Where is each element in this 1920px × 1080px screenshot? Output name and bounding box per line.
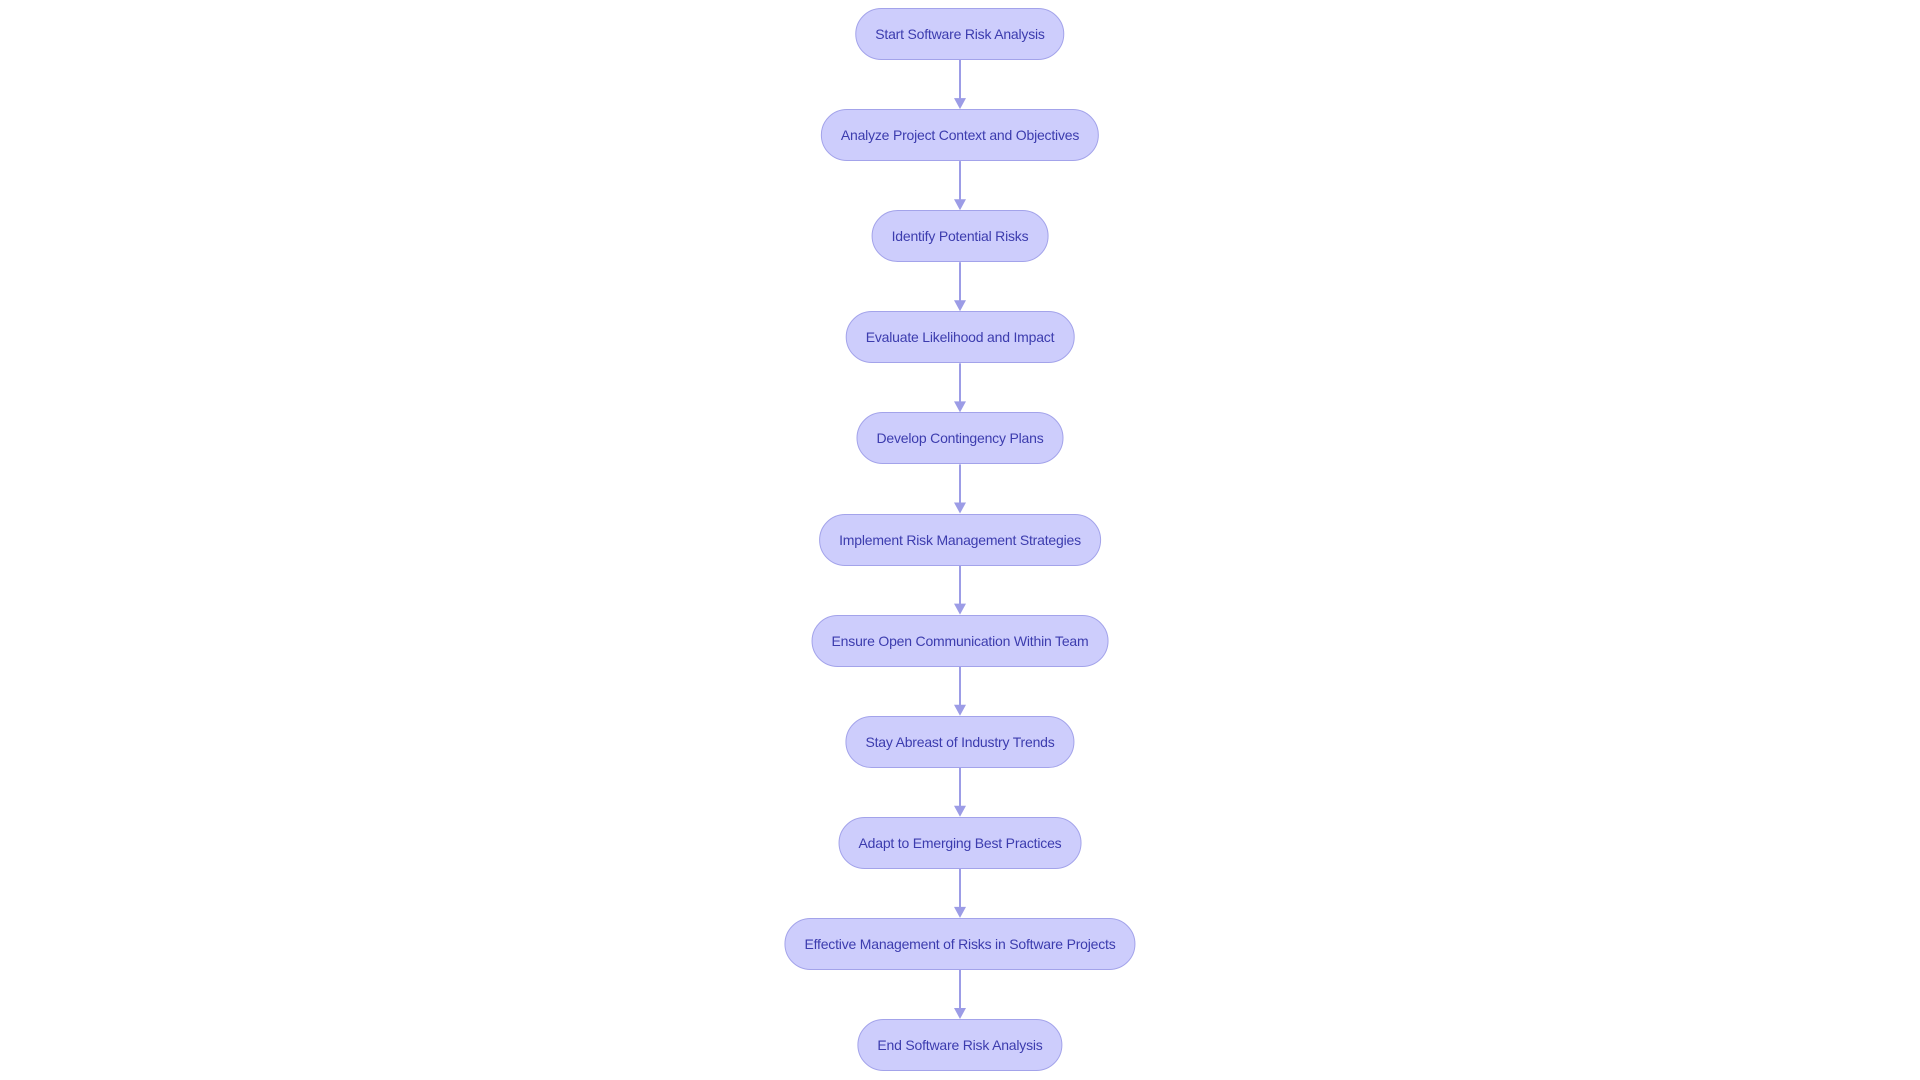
flow-node-label: End Software Risk Analysis [877,1037,1043,1053]
flowchart: Start Software Risk Analysis Analyze Proj… [0,0,1920,1080]
flow-node: Identify Potential Risks [871,210,1049,263]
flow-node-label: Stay Abreast of Industry Trends [865,733,1055,750]
flow-node-label: Evaluate Likelihood and Impact [865,329,1055,346]
flow-node-label: Implement Risk Management Strategies [839,531,1081,548]
flow-node: Analyze Project Context and Objectives [820,109,1100,162]
edge-arrow [954,565,966,615]
edge-arrow [954,363,966,413]
edge-arrow [954,262,966,312]
flow-node: Evaluate Likelihood and Impact [845,311,1075,364]
flow-node: Stay Abreast of Industry Trends [845,715,1075,768]
arrowhead-icon [954,805,966,817]
flow-node: End Software Risk Analysis [857,1019,1063,1071]
arrowhead-icon [954,1008,966,1019]
flow-node-label: Ensure Open Communication Within Team [831,632,1089,649]
flow-node: Develop Contingency Plans [856,412,1064,465]
flow-node: Adapt to Emerging Best Practices [838,816,1082,869]
arrowhead-icon [954,199,966,211]
flow-node-label: Adapt to Emerging Best Practices [858,834,1062,851]
edge-arrow [954,969,966,1019]
flow-node-label: Effective Management of Risks in Softwar… [804,935,1116,952]
flow-node-label: Start Software Risk Analysis [875,26,1045,42]
arrowhead-icon [954,502,966,514]
arrowhead-icon [954,300,966,312]
edge-arrow [954,161,966,211]
arrowhead-icon [954,603,966,615]
flow-node-label: Develop Contingency Plans [876,430,1044,447]
edge-arrow [954,868,966,918]
edge-arrow [954,60,966,110]
edge-arrow [954,666,966,716]
edge-arrow [954,464,966,514]
edge-arrow [954,767,966,817]
flow-node: Implement Risk Management Strategies [819,513,1101,566]
flow-node-label: Identify Potential Risks [891,228,1029,245]
arrowhead-icon [954,906,966,918]
arrowhead-icon [954,401,966,413]
arrowhead-icon [954,704,966,716]
flow-node: Start Software Risk Analysis [855,8,1065,60]
arrowhead-icon [954,98,966,110]
flow-node-label: Analyze Project Context and Objectives [840,127,1080,144]
flow-node: Effective Management of Risks in Softwar… [784,917,1136,970]
flow-node: Ensure Open Communication Within Team [811,614,1109,667]
